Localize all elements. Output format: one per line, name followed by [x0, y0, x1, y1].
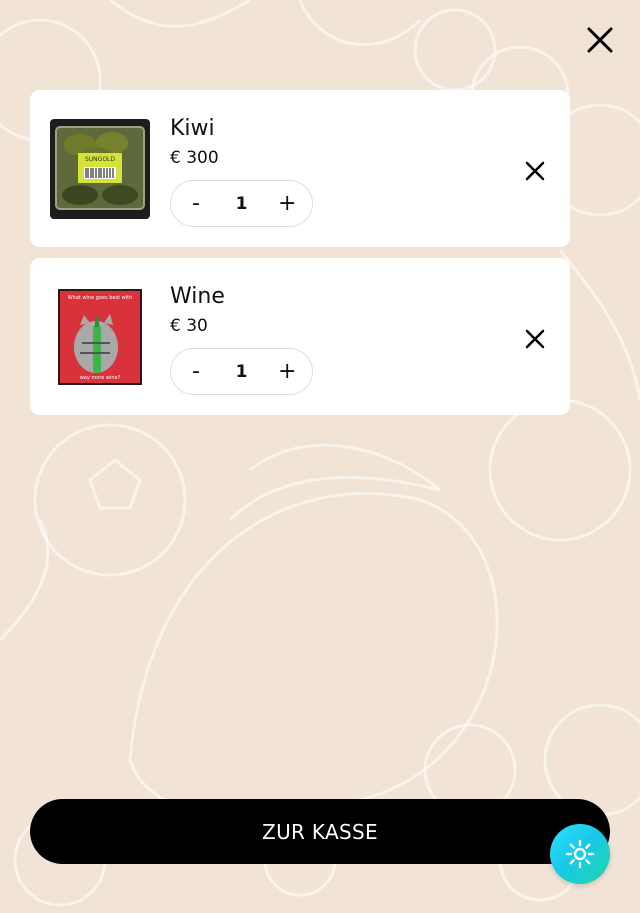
cart-item: SUNGOLD Kiwi € 300 - 1 +: [30, 90, 570, 247]
checkout-button[interactable]: ZUR KASSE: [30, 799, 610, 864]
sun-icon: [565, 839, 595, 869]
increase-quantity-button[interactable]: +: [278, 192, 296, 215]
kiwi-product-image: SUNGOLD: [50, 119, 150, 219]
item-price: € 300: [170, 148, 219, 168]
remove-item-button[interactable]: [520, 156, 550, 186]
close-icon: [587, 27, 613, 53]
item-name: Wine: [170, 284, 225, 309]
quantity-value: 1: [235, 361, 248, 382]
theme-toggle-button[interactable]: [550, 824, 610, 884]
wine-poster-text-bottom: way more wine?: [80, 375, 121, 381]
remove-item-icon: [525, 161, 545, 181]
remove-item-button[interactable]: [520, 324, 550, 354]
quantity-value: 1: [235, 193, 248, 214]
close-cart-button[interactable]: [582, 22, 618, 58]
remove-item-icon: [525, 329, 545, 349]
quantity-stepper: - 1 +: [170, 180, 313, 227]
wine-product-image: What wine goes best with way more wine?: [50, 287, 150, 387]
quantity-stepper: - 1 +: [170, 348, 313, 395]
item-name: Kiwi: [170, 116, 215, 141]
kiwi-package-label: SUNGOLD: [85, 156, 115, 163]
decrease-quantity-button[interactable]: -: [187, 192, 205, 215]
increase-quantity-button[interactable]: +: [278, 360, 296, 383]
cart-item: What wine goes best with way more wine? …: [30, 258, 570, 415]
item-price: € 30: [170, 316, 208, 336]
decrease-quantity-button[interactable]: -: [187, 360, 205, 383]
wine-poster-text-top: What wine goes best with: [68, 295, 133, 301]
